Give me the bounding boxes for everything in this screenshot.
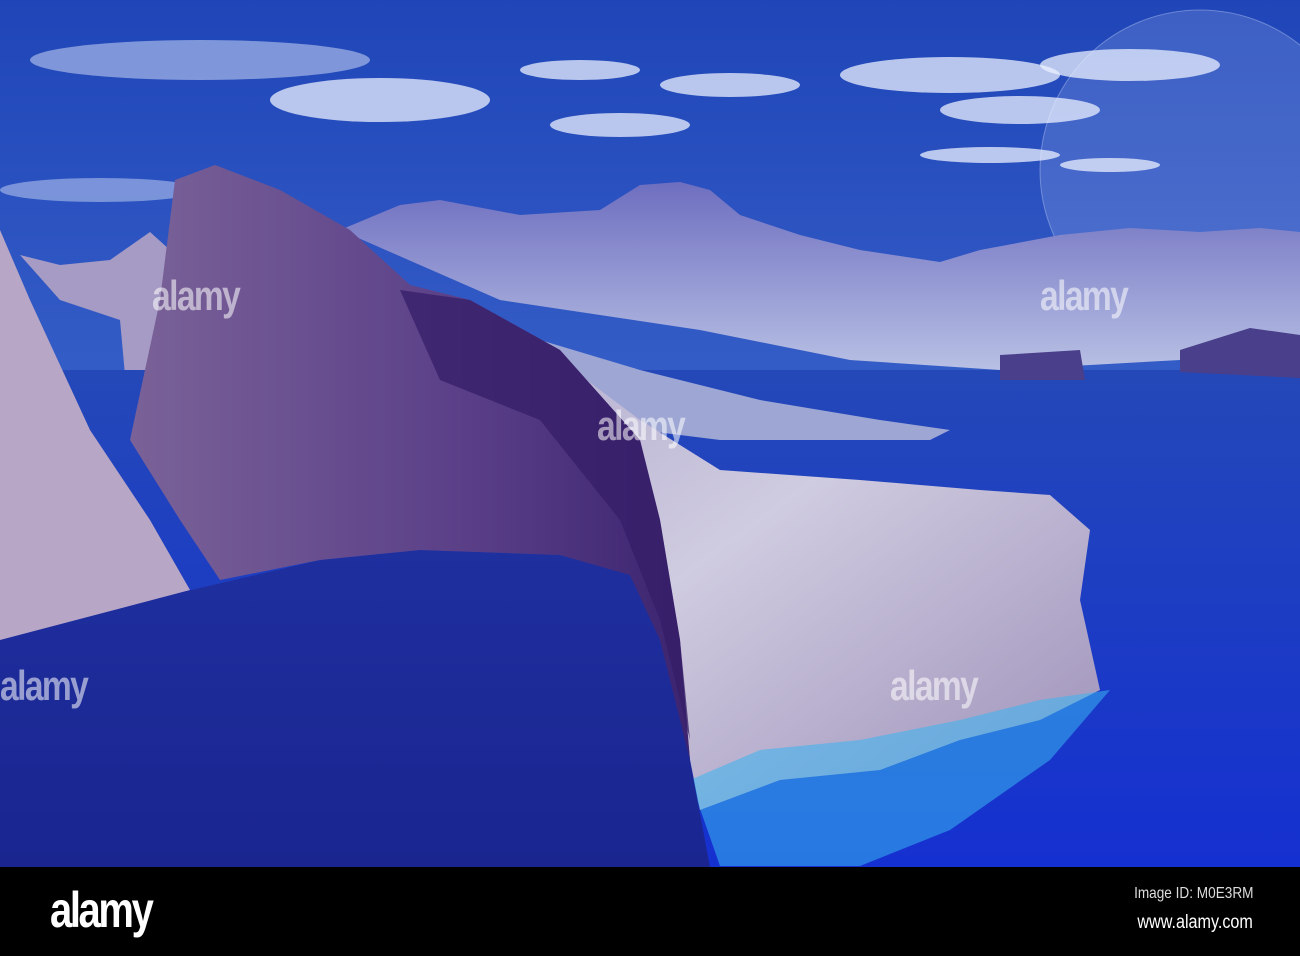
watermark-text: alamy (597, 402, 686, 449)
watermark: alamy (890, 662, 979, 710)
watermark: alamy (0, 662, 89, 710)
image-id: Image ID: M0E3RM (1133, 885, 1253, 902)
watermark-text: alamy (152, 272, 241, 319)
alamy-logo: alamy (50, 882, 154, 938)
stock-photo: alamy alamy alamy alamy alamy alamy Imag… (0, 0, 1300, 956)
watermark: alamy (152, 272, 241, 320)
watermark: alamy (597, 402, 686, 450)
footer-bar: alamy Image ID: M0E3RM www.alamy.com (0, 867, 1300, 956)
watermark-text: alamy (1040, 272, 1129, 319)
watermark-text: alamy (890, 662, 979, 709)
watermark: alamy (1040, 272, 1129, 320)
site-url: www.alamy.com (1137, 912, 1253, 933)
watermark-text: alamy (0, 662, 89, 709)
